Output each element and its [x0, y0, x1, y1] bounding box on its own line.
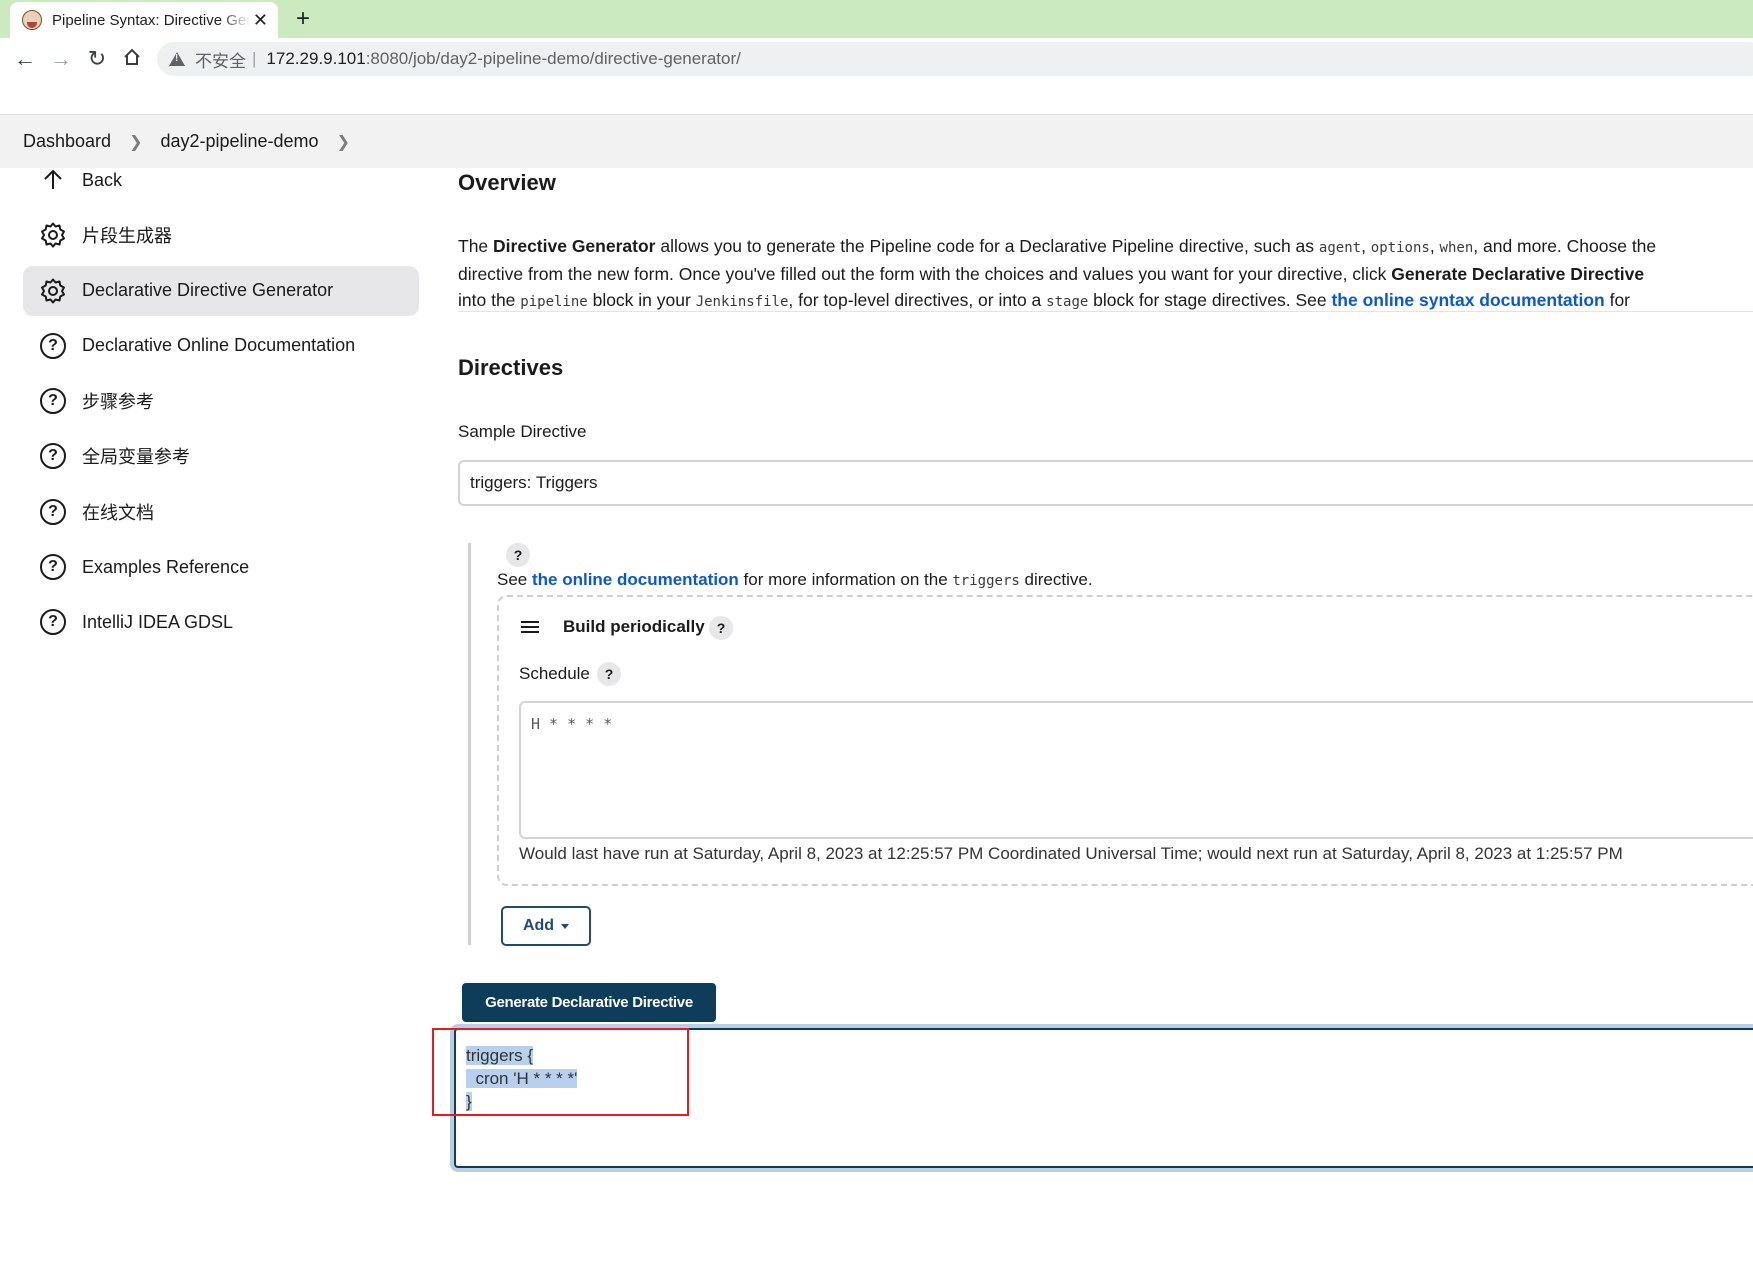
- forward-arrow-icon[interactable]: →: [48, 47, 74, 71]
- chevron-right-icon[interactable]: ❯: [337, 132, 350, 152]
- schedule-label: Schedule: [519, 664, 590, 683]
- warning-icon: [169, 52, 185, 66]
- breadcrumb-job[interactable]: day2-pipeline-demo: [160, 131, 318, 152]
- tab-title: Pipeline Syntax: Directive Generator: [52, 11, 250, 29]
- jenkins-favicon-icon: [22, 10, 42, 30]
- syntax-docs-link[interactable]: the online syntax documentation: [1331, 290, 1604, 310]
- address-separator: |: [252, 49, 257, 68]
- help-circle-icon: ?: [39, 442, 67, 470]
- overview-divider: [458, 311, 1753, 312]
- online-docs-link[interactable]: the online documentation: [532, 570, 739, 589]
- sidebar-item-label: 在线文档: [82, 502, 154, 523]
- help-circle-icon: ?: [39, 608, 67, 636]
- sidebar-item-label: 全局变量参考: [82, 447, 190, 468]
- browser-toolbar: ← → ↻ 不安全 | 172.29.9.101:8080/job/day2-p…: [0, 38, 1753, 80]
- schedule-run-info: Would last have run at Saturday, April 8…: [519, 844, 1623, 863]
- reload-icon[interactable]: ↻: [84, 47, 110, 71]
- insecure-label: 不安全: [195, 51, 246, 71]
- sidebar-item-label: Declarative Directive Generator: [82, 280, 334, 301]
- help-circle-icon: ?: [39, 387, 67, 415]
- generate-directive-button[interactable]: Generate Declarative Directive: [462, 983, 716, 1022]
- browser-tab[interactable]: Pipeline Syntax: Directive Generator ✕: [10, 2, 278, 38]
- sidebar-item-gdsl[interactable]: ? IntelliJ IDEA GDSL: [23, 597, 419, 647]
- build-periodically-title: Build periodically: [563, 617, 705, 636]
- help-circle-icon: ?: [39, 332, 67, 360]
- add-button-label: Add: [522, 917, 555, 934]
- back-arrow-icon[interactable]: ←: [12, 47, 38, 71]
- sidebar-item-label: Examples Reference: [82, 556, 250, 577]
- url-path: :8080/job/day2-pipeline-demo/directive-g…: [365, 49, 741, 68]
- sidebar-item-snippet-generator[interactable]: 片段生成器: [23, 210, 419, 260]
- sidebar-item-label: Back: [82, 169, 123, 190]
- arrow-up-icon: [39, 166, 67, 194]
- form-indent-bar: [468, 543, 471, 945]
- sidebar-item-label: 片段生成器: [82, 226, 172, 247]
- sidebar-item-examples[interactable]: ? Examples Reference: [23, 542, 419, 592]
- sidebar-item-label: Declarative Online Documentation: [82, 335, 356, 356]
- sample-directive-label: Sample Directive: [458, 422, 587, 441]
- add-trigger-button[interactable]: Add: [501, 906, 591, 946]
- url-host: 172.29.9.101: [266, 49, 366, 68]
- sidebar-item-back[interactable]: Back: [23, 155, 419, 205]
- home-icon[interactable]: [119, 47, 145, 71]
- directive-help-icon[interactable]: ?: [506, 543, 530, 567]
- caret-down-icon: [561, 923, 570, 929]
- overview-text: The Directive Generator allows you to ge…: [458, 236, 1657, 310]
- triggers-doc-line: See the online documentation for more in…: [497, 570, 1093, 589]
- sidebar-item-directive-generator[interactable]: Declarative Directive Generator: [23, 265, 419, 316]
- drag-handle-icon[interactable]: [521, 621, 539, 633]
- new-tab-icon[interactable]: +: [290, 6, 316, 32]
- sidebar-item-steps-reference[interactable]: ? 步骤参考: [23, 376, 419, 426]
- build-periodically-help-icon[interactable]: ?: [709, 616, 733, 640]
- tab-close-icon[interactable]: ✕: [253, 11, 268, 29]
- help-circle-icon: ?: [39, 498, 67, 526]
- sidebar-item-label: IntelliJ IDEA GDSL: [82, 611, 234, 632]
- help-circle-icon: ?: [39, 553, 67, 581]
- sidebar-item-online-docs[interactable]: ? 在线文档: [23, 487, 419, 537]
- sidebar-item-declarative-docs[interactable]: ? Declarative Online Documentation: [23, 321, 419, 371]
- chevron-right-icon: ❯: [129, 133, 143, 151]
- sidebar-item-label: 步骤参考: [82, 392, 154, 413]
- schedule-help-icon[interactable]: ?: [597, 662, 621, 686]
- highlight-annotation-box: [432, 1028, 689, 1116]
- sidebar-item-global-variables[interactable]: ? 全局变量参考: [23, 431, 419, 481]
- directives-heading: Directives: [458, 355, 564, 380]
- gear-icon: [39, 221, 67, 249]
- build-periodically-block: Build periodically ? Schedule ? H * * * …: [497, 595, 1753, 886]
- address-bar[interactable]: 不安全 | 172.29.9.101:8080/job/day2-pipelin…: [157, 42, 1753, 76]
- gear-icon: [39, 277, 67, 305]
- breadcrumb-dashboard[interactable]: Dashboard: [23, 131, 111, 152]
- browser-tab-bar: Pipeline Syntax: Directive Generator ✕ +: [0, 0, 1753, 38]
- schedule-textarea[interactable]: H * * * *: [519, 701, 1753, 839]
- sample-directive-select[interactable]: triggers: Triggers: [458, 460, 1753, 506]
- overview-heading: Overview: [458, 170, 556, 195]
- sidebar: Back 片段生成器 Declarative Directive Generat…: [23, 168, 419, 653]
